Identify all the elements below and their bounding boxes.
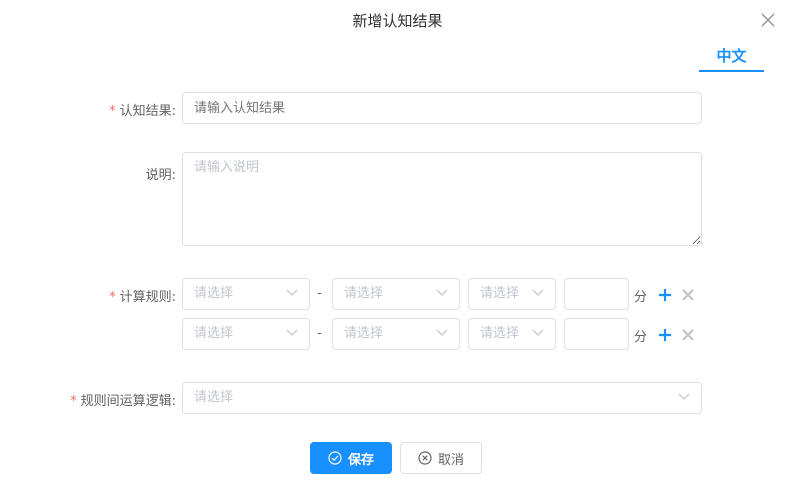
rule-row2-select1[interactable]: 请选择 (182, 318, 310, 350)
rule-row2-select2[interactable]: 请选择 (332, 318, 460, 350)
chevron-down-icon (436, 329, 448, 336)
rules-label: * 计算规则: (109, 286, 176, 305)
dialog: 新增认知结果 中文 *认知结果: 说明: *计算规则: 请选择 - 请选择 请选… (0, 0, 795, 498)
check-circle-icon (328, 451, 342, 465)
add-rule-icon[interactable] (658, 328, 672, 342)
logic-select[interactable]: 请选择 (182, 382, 702, 414)
description-label: 说明: (145, 168, 176, 183)
select-placeholder: 请选择 (344, 286, 384, 301)
chevron-down-icon (436, 289, 448, 296)
save-label: 保存 (347, 452, 374, 468)
close-icon[interactable] (759, 11, 777, 29)
result-input[interactable] (182, 92, 702, 124)
rule-row1-select2[interactable]: 请选择 (332, 278, 460, 310)
rule-row1-select1[interactable]: 请选择 (182, 278, 310, 310)
cancel-button[interactable]: 取消 (400, 442, 482, 474)
dialog-title: 新增认知结果 (352, 12, 443, 30)
result-label-text: 认知结果: (119, 104, 176, 119)
delete-rule-icon[interactable] (681, 288, 695, 302)
close-circle-icon (418, 451, 432, 465)
result-label: * 认知结果: (109, 100, 176, 119)
chevron-down-icon (286, 289, 298, 296)
score-unit: 分 (634, 330, 648, 345)
chevron-down-icon (532, 289, 544, 296)
select-placeholder: 请选择 (194, 326, 234, 341)
description-textarea[interactable] (182, 152, 702, 246)
delete-rule-icon[interactable] (681, 328, 695, 342)
rule-row2-score-input[interactable] (564, 318, 629, 350)
range-separator: - (317, 326, 322, 341)
score-unit: 分 (634, 290, 648, 305)
rule-row2-select3[interactable]: 请选择 (468, 318, 556, 350)
add-rule-icon[interactable] (658, 288, 672, 302)
rules-label-text: 计算规则: (119, 290, 176, 305)
logic-label: * 规则间运算逻辑: (70, 390, 176, 409)
save-button[interactable]: 保存 (310, 442, 392, 474)
required-marker: * (109, 104, 116, 119)
select-placeholder: 请选择 (480, 326, 520, 341)
chevron-down-icon (678, 393, 690, 400)
chevron-down-icon (286, 329, 298, 336)
select-placeholder: 请选择 (194, 390, 234, 405)
select-placeholder: 请选择 (194, 286, 234, 301)
cancel-label: 取消 (437, 452, 464, 468)
chevron-down-icon (532, 329, 544, 336)
select-placeholder: 请选择 (344, 326, 384, 341)
range-separator: - (317, 286, 322, 301)
rule-row1-score-input[interactable] (564, 278, 629, 310)
required-marker: * (109, 290, 116, 305)
required-marker: * (70, 394, 77, 409)
rule-row1-select3[interactable]: 请选择 (468, 278, 556, 310)
tab-chinese[interactable]: 中文 (699, 44, 764, 72)
select-placeholder: 请选择 (480, 286, 520, 301)
logic-label-text: 规则间运算逻辑: (80, 394, 176, 409)
